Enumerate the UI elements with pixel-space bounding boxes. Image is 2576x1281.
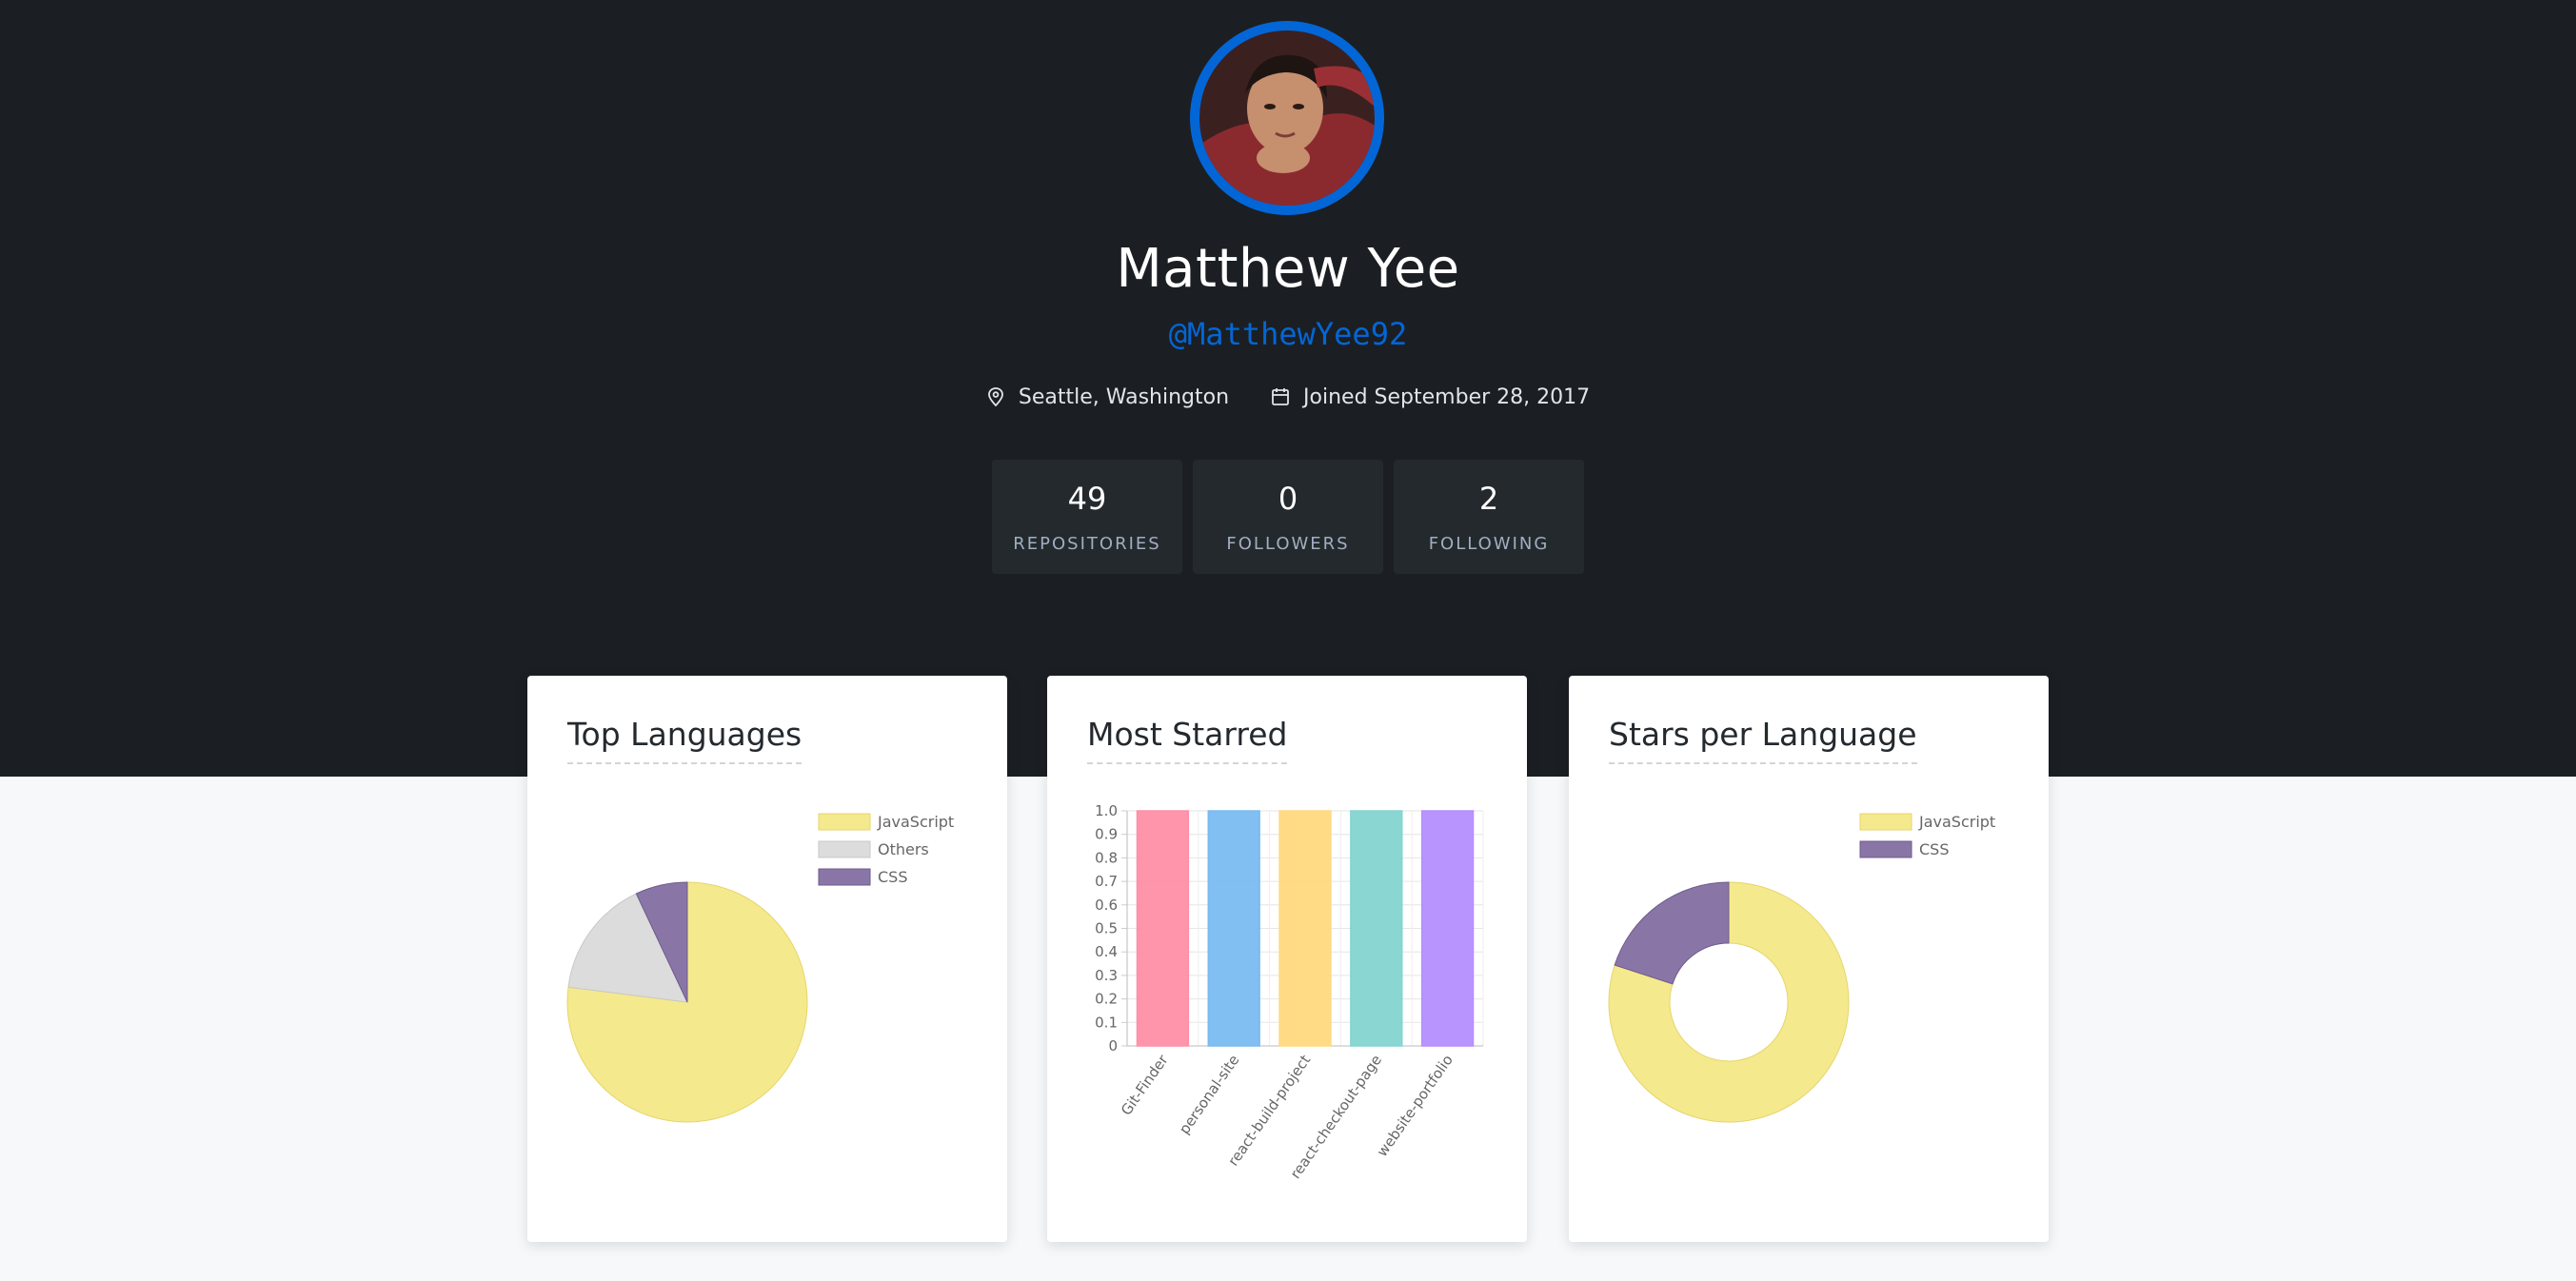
tick-label-y: 0.3 (1095, 967, 1118, 984)
bar-react-checkout-page (1350, 810, 1403, 1047)
legend-swatch-others (818, 840, 871, 858)
profile-name: Matthew Yee (1116, 238, 1460, 300)
joined-text: Joined September 28, 2017 (1303, 384, 1591, 409)
joined-info: Joined September 28, 2017 (1271, 385, 1590, 409)
tick-label-y: 0.4 (1095, 943, 1118, 960)
tick-label-y: 1.0 (1095, 802, 1118, 819)
stat-label: Followers (1226, 534, 1350, 554)
tick-label-y: 0.9 (1095, 826, 1118, 843)
stat-repositories: 49 Repositories (992, 460, 1182, 574)
bar-personal-site (1207, 810, 1260, 1047)
tick-label-y: 0 (1108, 1037, 1118, 1054)
stat-followers: 0 Followers (1193, 460, 1383, 574)
stat-following: 2 Following (1394, 460, 1584, 574)
legend-swatch-css (818, 868, 871, 886)
calendar-icon (1272, 388, 1289, 405)
slice-css (1614, 881, 1730, 985)
stars-per-language-chart: JavaScript CSS (1608, 813, 1995, 1123)
stats-row: 49 Repositories 0 Followers 2 Following (992, 460, 1584, 574)
most-starred-chart: 0 0.1 0.2 0.3 0.4 0.5 0.6 0.7 0.8 0.9 1.0 Git-Finde… (1095, 802, 1484, 1182)
legend-label-css: CSS (1919, 840, 1949, 858)
avatar (1190, 21, 1384, 215)
legend-swatch-css (1859, 840, 1912, 858)
tick-label-y: 0.5 (1095, 920, 1118, 937)
bar-react-build-project (1278, 810, 1332, 1047)
stars-per-language-card: Stars per Language JavaScript CSS (1569, 676, 2049, 1242)
legend-label-css: CSS (878, 868, 907, 886)
tick-label-y: 0.6 (1095, 897, 1118, 914)
tick-label-y: 0.1 (1095, 1014, 1118, 1031)
tick-label-x: website-portfolio (1374, 1052, 1456, 1160)
stat-value: 2 (1478, 481, 1499, 517)
top-languages-card: Top Languages JavaScript Others CSS (527, 676, 1007, 1242)
tick-label-x: personal-site (1176, 1052, 1243, 1137)
most-starred-card: Most Starred 0 0.1 0.2 0.3 0.4 0.5 0.6 0.7 0.8 0.… (1047, 676, 1527, 1242)
location-info: Seattle, Washington (986, 385, 1229, 409)
bar-git-finder (1136, 810, 1190, 1047)
stat-label: Repositories (1013, 534, 1161, 554)
map-pin-icon (987, 387, 1003, 407)
profile-info: Seattle, Washington Joined September 28,… (0, 381, 2576, 413)
tick-label-x: Git-Finder (1118, 1051, 1172, 1118)
profile-header: Matthew Yee @MatthewYee92 Seattle, Washi… (0, 0, 2576, 777)
bar-website-portfolio (1420, 810, 1475, 1047)
profile-login-link[interactable]: @MatthewYee92 (0, 316, 2576, 352)
legend-swatch-javascript (1859, 813, 1912, 831)
avatar-photo (1199, 30, 1375, 206)
legend-label-javascript: JavaScript (877, 813, 954, 831)
legend-label-others: Others (878, 840, 929, 858)
tick-label-y: 0.7 (1095, 873, 1118, 890)
location-text: Seattle, Washington (1018, 384, 1230, 409)
tick-label-y: 0.8 (1095, 849, 1118, 866)
tick-label-y: 0.2 (1095, 991, 1118, 1008)
stat-value: 49 (1067, 481, 1107, 517)
stat-label: Following (1428, 534, 1550, 554)
stat-value: 0 (1278, 481, 1298, 517)
legend-label-javascript: JavaScript (1918, 813, 1995, 831)
top-languages-chart: JavaScript Others CSS (566, 813, 954, 1123)
legend-swatch-javascript (818, 813, 871, 831)
